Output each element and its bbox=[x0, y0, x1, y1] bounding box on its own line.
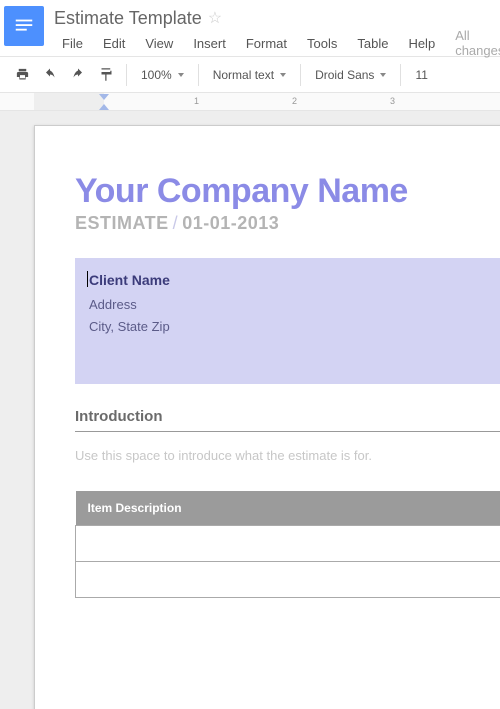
item-description-header[interactable]: Item Description bbox=[76, 491, 500, 526]
introduction-placeholder-text[interactable]: Use this space to introduce what the est… bbox=[75, 448, 500, 463]
separator bbox=[126, 64, 127, 86]
app-header: Estimate Template ☆ File Edit View Inser… bbox=[0, 0, 500, 57]
save-status: All changes bbox=[455, 28, 500, 58]
table-row[interactable] bbox=[76, 526, 500, 562]
style-value: Normal text bbox=[213, 68, 274, 82]
menu-lines-icon bbox=[13, 15, 35, 37]
caret-down-icon bbox=[178, 73, 184, 77]
introduction-heading[interactable]: Introduction bbox=[75, 408, 500, 425]
star-icon[interactable]: ☆ bbox=[208, 8, 222, 28]
table-row[interactable] bbox=[76, 562, 500, 598]
document-title[interactable]: Estimate Template bbox=[54, 8, 202, 29]
client-name[interactable]: Client Name bbox=[89, 272, 500, 288]
estimate-subheading[interactable]: ESTIMATE/01-01-2013 bbox=[75, 213, 500, 234]
zoom-select[interactable]: 100% bbox=[133, 62, 192, 88]
slash-divider: / bbox=[173, 213, 179, 233]
title-row: Estimate Template ☆ bbox=[54, 6, 500, 30]
client-address[interactable]: Address bbox=[89, 294, 500, 316]
undo-button[interactable] bbox=[36, 62, 64, 88]
menu-bar: File Edit View Insert Format Tools Table… bbox=[54, 30, 500, 56]
caret-down-icon bbox=[380, 73, 386, 77]
print-button[interactable] bbox=[8, 62, 36, 88]
header-main: Estimate Template ☆ File Edit View Inser… bbox=[54, 6, 500, 56]
estimate-label: ESTIMATE bbox=[75, 213, 169, 233]
paragraph-style-select[interactable]: Normal text bbox=[205, 62, 294, 88]
menu-table[interactable]: Table bbox=[349, 33, 396, 54]
toolbar: 100% Normal text Droid Sans 11 bbox=[0, 57, 500, 93]
document-page[interactable]: Your Company Name ESTIMATE/01-01-2013 Cl… bbox=[34, 125, 500, 709]
print-icon bbox=[15, 67, 30, 82]
ruler-tick-1: 1 bbox=[194, 96, 199, 106]
undo-icon bbox=[43, 67, 58, 82]
left-indent-icon bbox=[99, 104, 109, 110]
document-canvas[interactable]: Your Company Name ESTIMATE/01-01-2013 Cl… bbox=[0, 111, 500, 709]
separator bbox=[300, 64, 301, 86]
menu-file[interactable]: File bbox=[54, 33, 91, 54]
docs-logo[interactable] bbox=[4, 6, 44, 46]
horizontal-rule bbox=[75, 431, 500, 432]
ruler-tick-3: 3 bbox=[390, 96, 395, 106]
menu-insert[interactable]: Insert bbox=[185, 33, 234, 54]
menu-help[interactable]: Help bbox=[400, 33, 443, 54]
menu-format[interactable]: Format bbox=[238, 33, 295, 54]
redo-button[interactable] bbox=[64, 62, 92, 88]
menu-tools[interactable]: Tools bbox=[299, 33, 345, 54]
size-value: 11 bbox=[415, 68, 427, 82]
paint-format-button[interactable] bbox=[92, 62, 120, 88]
font-family-select[interactable]: Droid Sans bbox=[307, 62, 394, 88]
redo-icon bbox=[71, 67, 86, 82]
text-cursor bbox=[87, 271, 88, 287]
table-cell[interactable] bbox=[76, 562, 500, 598]
ruler-indent-handle[interactable] bbox=[99, 94, 109, 110]
client-city-state-zip[interactable]: City, State Zip bbox=[89, 316, 500, 338]
menu-view[interactable]: View bbox=[137, 33, 181, 54]
font-value: Droid Sans bbox=[315, 68, 374, 82]
zoom-value: 100% bbox=[141, 68, 172, 82]
separator bbox=[400, 64, 401, 86]
estimate-date: 01-01-2013 bbox=[182, 213, 279, 233]
ruler-left-margin bbox=[34, 93, 104, 110]
first-line-indent-icon bbox=[99, 94, 109, 100]
client-info-box[interactable]: Client Name Address City, State Zip bbox=[75, 258, 500, 384]
items-table[interactable]: Item Description bbox=[75, 491, 500, 598]
company-name-heading[interactable]: Your Company Name bbox=[75, 172, 500, 211]
font-size-select[interactable]: 11 bbox=[407, 62, 435, 88]
table-header-row: Item Description bbox=[76, 491, 500, 526]
ruler-tick-2: 2 bbox=[292, 96, 297, 106]
separator bbox=[198, 64, 199, 86]
horizontal-ruler[interactable]: 1 2 3 bbox=[0, 93, 500, 111]
caret-down-icon bbox=[280, 73, 286, 77]
menu-edit[interactable]: Edit bbox=[95, 33, 133, 54]
paint-roller-icon bbox=[99, 67, 114, 82]
table-cell[interactable] bbox=[76, 526, 500, 562]
